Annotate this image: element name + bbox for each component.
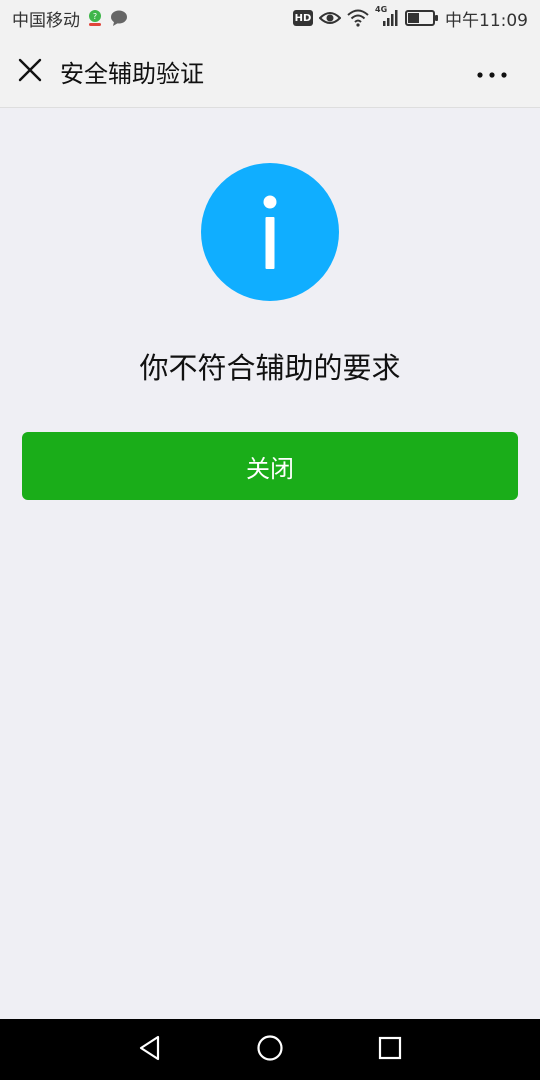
battery-icon <box>405 10 438 26</box>
battery-fill <box>408 13 419 23</box>
header-bar: 安全辅助验证 <box>0 36 540 108</box>
home-circle-icon <box>256 1034 284 1066</box>
hd-badge: HD <box>293 10 313 26</box>
close-icon <box>18 58 42 86</box>
status-left: 中国移动 ? <box>12 6 128 31</box>
close-action-button[interactable]: 关闭 <box>22 432 518 500</box>
result-message: 你不符合辅助的要求 <box>139 351 401 385</box>
carrier-label: 中国移动 <box>12 10 80 31</box>
signal-icon: 4G <box>375 5 399 27</box>
more-icon <box>477 63 507 82</box>
close-button[interactable] <box>0 36 60 108</box>
more-button[interactable] <box>462 36 522 108</box>
back-triangle-icon <box>138 1035 162 1065</box>
eye-icon <box>319 10 341 26</box>
status-time: 中午11:09 <box>445 10 528 31</box>
wifi-icon <box>347 9 369 27</box>
nav-home-button[interactable] <box>210 1019 330 1080</box>
recents-square-icon <box>378 1036 402 1064</box>
status-bar: 中国移动 ? HD 4G 中午11:09 <box>0 0 540 36</box>
nav-recents-button[interactable] <box>330 1019 450 1080</box>
info-icon <box>201 163 339 301</box>
status-right: HD 4G 中午11:09 <box>293 5 528 31</box>
chat-bubble-icon <box>110 10 128 26</box>
nav-back-button[interactable] <box>90 1019 210 1080</box>
system-nav-bar <box>0 1019 540 1080</box>
app-notification-icon: ? <box>86 9 104 27</box>
page-title: 安全辅助验证 <box>60 60 204 88</box>
svg-text:?: ? <box>93 12 97 21</box>
network-type-label: 4G <box>375 5 388 14</box>
